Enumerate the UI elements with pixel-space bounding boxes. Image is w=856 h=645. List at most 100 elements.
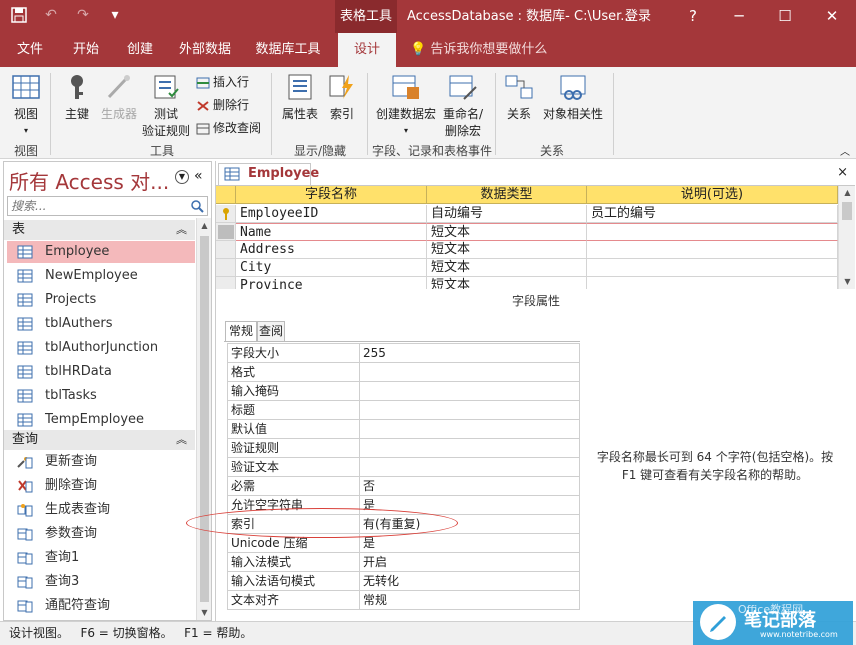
- tab-external-data[interactable]: 外部数据: [172, 33, 238, 67]
- description-cell[interactable]: [587, 259, 838, 277]
- scroll-thumb[interactable]: [842, 202, 852, 220]
- collapse-ribbon-icon[interactable]: ︿: [840, 143, 850, 158]
- property-value[interactable]: 有(有重复): [360, 515, 580, 533]
- nav-table-item[interactable]: tblAuthorJunction: [7, 337, 195, 359]
- help-button[interactable]: ?: [671, 0, 715, 33]
- data-type-cell[interactable]: 短文本: [427, 277, 587, 289]
- data-type-cell[interactable]: 短文本: [427, 223, 587, 241]
- document-tab-employee[interactable]: Employee: [218, 163, 319, 185]
- create-data-macros-button[interactable]: 创建数据宏 ▾: [373, 73, 439, 136]
- rename-delete-macro-button[interactable]: 重命名/ 删除宏: [440, 73, 486, 139]
- nav-query-item[interactable]: 查询3: [7, 571, 195, 593]
- property-row[interactable]: 输入法模式 开启: [228, 553, 580, 572]
- minimize-button[interactable]: ─: [717, 0, 761, 33]
- property-row[interactable]: 允许空字符串是: [228, 496, 580, 515]
- property-value[interactable]: 是: [360, 534, 580, 552]
- property-value[interactable]: [360, 458, 580, 476]
- nav-table-item[interactable]: TempEmployee: [7, 409, 195, 431]
- save-icon[interactable]: [10, 7, 28, 27]
- tell-me-search[interactable]: 💡 告诉我你想要做什么: [410, 33, 547, 67]
- field-grid-scrollbar[interactable]: ▲ ▼: [838, 186, 855, 289]
- description-cell[interactable]: [587, 277, 838, 289]
- nav-pane-title[interactable]: 所有 Access 对...: [9, 166, 169, 195]
- modify-lookups-button[interactable]: 修改查阅: [196, 119, 261, 136]
- nav-scrollbar[interactable]: ▲ ▼: [196, 218, 211, 620]
- object-dependencies-button[interactable]: 对象相关性: [540, 73, 606, 122]
- property-row[interactable]: 验证文本: [228, 458, 580, 477]
- property-row[interactable]: 必需否: [228, 477, 580, 496]
- data-type-cell[interactable]: 自动编号: [427, 205, 587, 223]
- nav-table-item[interactable]: NewEmployee: [7, 265, 195, 287]
- nav-query-item[interactable]: 通配符查询: [7, 595, 195, 617]
- nav-query-item[interactable]: 删除查询: [7, 475, 195, 497]
- field-name-cell[interactable]: Name: [236, 223, 427, 241]
- field-row[interactable]: Name 短文本: [216, 223, 838, 241]
- tab-database-tools[interactable]: 数据库工具: [248, 33, 328, 67]
- nav-section-tables[interactable]: 表 ︽: [4, 220, 195, 240]
- collapse-pane-icon[interactable]: «: [194, 168, 203, 184]
- property-value[interactable]: [360, 401, 580, 419]
- property-row[interactable]: 文本对齐 常规: [228, 591, 580, 610]
- nav-query-item[interactable]: 更新查询: [7, 451, 195, 473]
- row-selector[interactable]: [216, 223, 236, 241]
- relationships-button[interactable]: 关系: [502, 73, 536, 122]
- close-button[interactable]: ✕: [810, 0, 854, 33]
- redo-icon[interactable]: ↷: [74, 7, 92, 27]
- indexes-button[interactable]: 索引: [324, 73, 360, 122]
- property-value[interactable]: [360, 420, 580, 438]
- tab-general[interactable]: 常规: [225, 321, 257, 342]
- tab-design[interactable]: 设计: [338, 33, 396, 67]
- view-button[interactable]: 视图 ▾: [6, 73, 46, 136]
- scroll-thumb[interactable]: [200, 236, 209, 602]
- nav-query-item[interactable]: 生成表查询: [7, 499, 195, 521]
- field-row[interactable]: City 短文本: [216, 259, 838, 277]
- scroll-down-icon[interactable]: ▼: [839, 275, 856, 289]
- field-name-cell[interactable]: Province: [236, 277, 427, 289]
- nav-table-item[interactable]: Employee: [7, 241, 195, 263]
- property-row[interactable]: Unicode 压缩是: [228, 534, 580, 553]
- field-name-cell[interactable]: EmployeeID: [236, 205, 427, 223]
- insert-rows-button[interactable]: 插入行: [196, 73, 249, 90]
- data-type-cell[interactable]: 短文本: [427, 259, 587, 277]
- scroll-up-icon[interactable]: ▲: [197, 218, 212, 233]
- maximize-button[interactable]: ☐: [763, 0, 807, 33]
- nav-query-item[interactable]: 参数查询: [7, 523, 195, 545]
- chevron-down-icon[interactable]: ▼: [175, 170, 189, 184]
- scroll-up-icon[interactable]: ▲: [839, 186, 856, 200]
- property-row[interactable]: 标题: [228, 401, 580, 420]
- field-name-cell[interactable]: City: [236, 259, 427, 277]
- property-row[interactable]: 字段大小 255: [228, 344, 580, 363]
- property-value[interactable]: 是: [360, 496, 580, 514]
- nav-table-item[interactable]: Projects: [7, 289, 195, 311]
- property-row[interactable]: 默认值: [228, 420, 580, 439]
- row-selector[interactable]: [216, 277, 236, 289]
- property-value[interactable]: 255: [360, 344, 580, 362]
- field-row[interactable]: EmployeeID 自动编号 员工的编号: [216, 205, 838, 223]
- property-row[interactable]: 输入法语句模式 无转化: [228, 572, 580, 591]
- property-value[interactable]: 否: [360, 477, 580, 495]
- tab-file[interactable]: 文件: [6, 33, 54, 67]
- description-cell[interactable]: [587, 223, 838, 241]
- search-icon[interactable]: [190, 199, 204, 213]
- property-row[interactable]: 验证规则: [228, 439, 580, 458]
- nav-table-item[interactable]: tblAuthers: [7, 313, 195, 335]
- property-row[interactable]: 输入掩码: [228, 382, 580, 401]
- row-selector[interactable]: [216, 205, 236, 223]
- property-value[interactable]: [360, 439, 580, 457]
- nav-table-item[interactable]: tblHRData: [7, 361, 195, 383]
- property-row[interactable]: 索引 有(有重复): [228, 515, 580, 534]
- row-selector[interactable]: [216, 241, 236, 259]
- undo-icon[interactable]: ↶: [42, 7, 60, 27]
- builder-button[interactable]: 生成器: [98, 73, 140, 122]
- nav-query-item[interactable]: 查询1: [7, 547, 195, 569]
- nav-table-item[interactable]: tblTasks: [7, 385, 195, 407]
- field-name-cell[interactable]: Address: [236, 241, 427, 259]
- login-link[interactable]: 登录: [625, 0, 651, 33]
- property-value[interactable]: 无转化: [360, 572, 580, 590]
- property-sheet-button[interactable]: 属性表: [278, 73, 322, 122]
- tab-lookup[interactable]: 查阅: [257, 321, 285, 341]
- property-row[interactable]: 格式: [228, 363, 580, 382]
- property-value[interactable]: [360, 363, 580, 381]
- close-document-icon[interactable]: ×: [837, 165, 848, 180]
- delete-rows-button[interactable]: 删除行: [196, 96, 249, 113]
